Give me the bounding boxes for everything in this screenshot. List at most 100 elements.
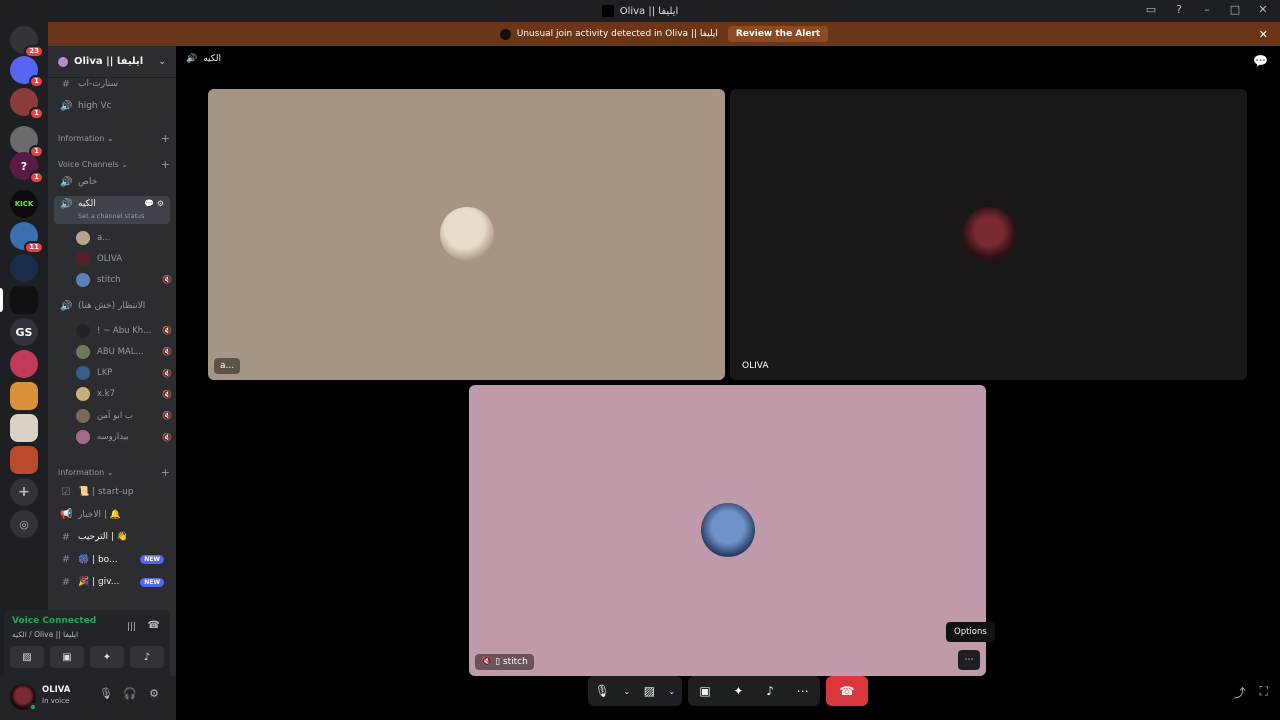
soundboard-button[interactable]: ♪	[130, 646, 164, 668]
camera-off-button[interactable]: ▨	[10, 646, 44, 668]
text-channel-item[interactable]: 📢 الاخبار | 🔔	[54, 505, 170, 525]
settings-icon[interactable]: ⚙	[146, 687, 162, 703]
current-server-icon[interactable]	[10, 286, 38, 314]
microphone-icon[interactable]: 🎙	[98, 687, 114, 703]
server-icon[interactable]	[10, 446, 38, 474]
raid-alert-bar: Unusual join activity detected in Oliva …	[48, 22, 1280, 46]
voice-user-name: ! ~ Abu Kh...	[97, 325, 152, 336]
server-icon	[499, 28, 511, 40]
camera-off-icon[interactable]: ▨	[644, 684, 655, 698]
voice-user-name: a...	[97, 232, 111, 243]
voice-location[interactable]: الكيه / Oliva || ايليفا	[12, 630, 78, 639]
server-name: Oliva || ايليفا	[74, 56, 144, 67]
explore-icon[interactable]: ◎	[10, 510, 38, 538]
add-channel-icon[interactable]: +	[161, 132, 170, 145]
screen-share-button[interactable]: ▣	[50, 646, 84, 668]
server-icon[interactable]: 11	[10, 222, 44, 254]
avatar	[76, 344, 90, 359]
voice-user[interactable]: ! ~ Abu Kh... 🔇	[76, 321, 172, 340]
close-window-icon[interactable]: ✕	[1256, 3, 1270, 17]
server-icon[interactable]	[10, 382, 38, 410]
voice-user[interactable]: stitch 🔇	[76, 270, 172, 289]
voice-channel-item[interactable]: 🔊 خاص	[54, 172, 170, 192]
add-server-icon[interactable]: +	[10, 478, 38, 506]
speaker-icon: 🔊	[60, 176, 73, 188]
channel-type-icon: #	[61, 531, 71, 543]
server-icon[interactable]: 1	[10, 88, 44, 120]
voice-user-name: ABU MAL...	[97, 346, 144, 357]
voice-user[interactable]: ب ابو آمن 🔇	[76, 406, 172, 425]
close-icon[interactable]: ✕	[1259, 28, 1268, 41]
activities-button[interactable]: ✦	[90, 646, 124, 668]
signal-icon[interactable]: |||	[127, 622, 136, 632]
video-tile[interactable]: a...	[208, 89, 725, 380]
text-channel-item[interactable]: # 🎆 | bo... NEW	[54, 550, 170, 570]
category-header[interactable]: Voice Channels ⌄ +	[58, 158, 170, 171]
inbox-icon[interactable]: ▭	[1144, 3, 1158, 17]
avatar	[76, 230, 90, 245]
stage-header: 🔊 الكيه	[186, 54, 221, 64]
channel-item[interactable]: # ستارت-اب	[54, 74, 170, 94]
voice-user[interactable]: OLIVA	[76, 249, 172, 268]
soundboard-icon[interactable]: ♪	[766, 684, 774, 698]
add-channel-icon[interactable]: +	[161, 158, 170, 171]
speaker-icon: 🔊	[60, 199, 73, 210]
text-channel-item[interactable]: # 🎉 | giv... NEW	[54, 572, 170, 592]
category-header[interactable]: Information ⌄ +	[58, 132, 170, 145]
disconnect-icon[interactable]: ☎	[148, 620, 160, 631]
category-header[interactable]: information ⌄ +	[58, 466, 170, 479]
help-icon[interactable]: ?	[1172, 3, 1186, 17]
channel-name: الترحيب | 👋	[78, 532, 129, 542]
stage-corner-controls: ⤴ ⛶	[1234, 684, 1268, 701]
voice-channel-active[interactable]: 🔊 الكيه 💬 ⚙ Set a channel status	[54, 196, 170, 224]
voice-user[interactable]: a...	[76, 228, 172, 247]
channel-status-hint[interactable]: Set a channel status	[78, 212, 145, 220]
voice-user[interactable]: ABU MAL... 🔇	[76, 342, 172, 361]
voice-user[interactable]: x.k7 🔇	[76, 385, 172, 404]
disconnect-button[interactable]: ☎	[826, 676, 868, 706]
add-channel-icon[interactable]: +	[161, 466, 170, 479]
pop-out-icon[interactable]: ⤴	[1234, 684, 1246, 701]
chat-icon[interactable]: 💬	[1253, 54, 1268, 68]
channel-actions-icons[interactable]: 💬 ⚙	[144, 199, 164, 208]
maximize-icon[interactable]: □	[1228, 3, 1242, 17]
voice-channel-item[interactable]: 🔊 الانتظار (خش هنا)	[54, 296, 170, 316]
chevron-down-icon: ⌄	[158, 56, 166, 67]
server-icon[interactable]	[10, 254, 38, 282]
server-icon[interactable]: GS	[10, 318, 38, 346]
text-channel-item[interactable]: # الترحيب | 👋	[54, 527, 170, 547]
online-status-dot	[29, 703, 37, 711]
fullscreen-icon[interactable]: ⛶	[1260, 684, 1268, 701]
server-icon[interactable]	[10, 414, 38, 442]
headphones-icon[interactable]: 🎧	[122, 687, 138, 703]
voice-channel-item[interactable]: 🔊 high Vc	[54, 96, 170, 116]
minimize-icon[interactable]: –	[1200, 3, 1214, 17]
server-icon[interactable]: 1	[10, 56, 44, 88]
server-icon[interactable]: ? 1	[10, 152, 44, 184]
screen-share-icon[interactable]: ▣	[699, 684, 710, 698]
direct-messages-button[interactable]: 23	[10, 26, 44, 58]
voice-user[interactable]: LKP 🔇	[76, 364, 172, 383]
server-icon[interactable]	[10, 350, 38, 378]
chevron-down-icon[interactable]: ⌄	[669, 687, 676, 696]
channel-type-icon: #	[61, 576, 71, 588]
speaker-icon: 🔊	[60, 300, 73, 312]
text-channel-item[interactable]: ☑ 📜 | start-up	[54, 482, 170, 502]
new-badge: NEW	[140, 555, 164, 564]
server-icon[interactable]: KICK	[10, 190, 38, 218]
activities-icon[interactable]: ✦	[733, 684, 743, 698]
video-tile[interactable]: OLIVA	[730, 89, 1247, 380]
server-icon[interactable]: 1	[10, 126, 44, 158]
review-alert-button[interactable]: Review the Alert	[727, 26, 829, 42]
user-panel: OLIVA In voice 🎙 🎧 ⚙	[0, 676, 176, 720]
alert-message: Unusual join activity detected in Oliva …	[516, 29, 718, 39]
video-tile[interactable]: 🔇 ▯ stitch	[469, 385, 986, 676]
voice-user[interactable]: بيداروسه 🔇	[76, 428, 172, 447]
notification-badge: 1	[29, 107, 44, 120]
microphone-icon[interactable]: 🎙	[595, 684, 610, 698]
options-button[interactable]: ⋯	[958, 650, 980, 670]
avatar	[76, 323, 90, 338]
voice-user-name: stitch	[97, 274, 121, 285]
more-icon[interactable]: ⋯	[797, 684, 809, 698]
chevron-down-icon[interactable]: ⌄	[623, 687, 630, 696]
